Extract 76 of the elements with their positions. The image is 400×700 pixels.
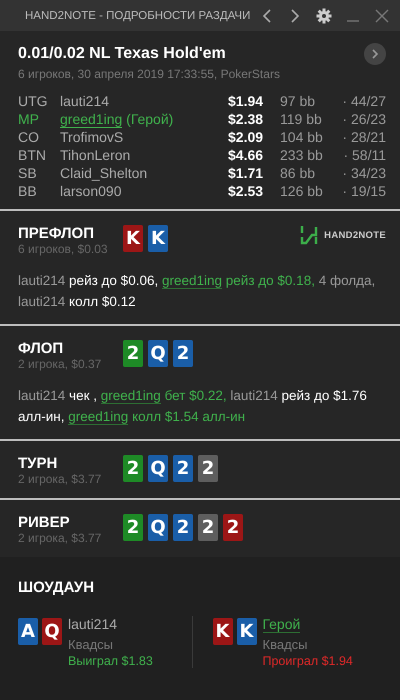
- playing-card: Q: [148, 340, 168, 367]
- player-link[interactable]: greed1ing: [60, 111, 122, 128]
- action-text: lauti214 чек , greed1ing бет $0.22, lauti214 рейз до $1.76 алл-ин, greed1ing колл $1.54 алл-ин: [18, 387, 368, 427]
- player-name: lauti214: [68, 616, 118, 632]
- player-stats: · 19/15: [341, 183, 386, 199]
- player-link[interactable]: Герой: [262, 616, 300, 633]
- stack-amount: $4.66: [228, 147, 264, 163]
- street-title: ПРЕФЛОП: [18, 225, 95, 242]
- logo-text: HAND2NOTE: [324, 230, 386, 240]
- player-link[interactable]: greed1ing: [100, 388, 161, 404]
- playing-card: Q: [42, 618, 62, 645]
- street-info: 2 игрока, $3.77: [18, 531, 102, 545]
- player-stats: · 44/27: [341, 93, 386, 109]
- playing-card: 2: [173, 514, 193, 541]
- position-label: CO: [18, 129, 40, 145]
- position-label: UTG: [18, 93, 49, 109]
- playing-card: 2: [173, 340, 193, 367]
- result-text: Выиграл $1.83: [68, 654, 153, 668]
- stack-bb: 97 bb: [280, 93, 316, 109]
- stack-bb: 119 bb: [280, 111, 323, 127]
- showdown-title: ШОУДАУН: [18, 579, 96, 596]
- next-button[interactable]: [364, 43, 386, 65]
- player-stats: · 28/21: [341, 129, 386, 145]
- playing-card: Q: [148, 514, 168, 541]
- playing-card: 2: [123, 455, 143, 482]
- position-label: BB: [18, 183, 38, 199]
- hand-subtitle: 6 игроков, 30 апреля 2019 17:33:55, PokerStars: [18, 67, 281, 81]
- playing-card: Q: [148, 455, 168, 482]
- player-name: Claid_Shelton: [60, 165, 148, 181]
- playing-card: K: [236, 618, 256, 645]
- position-label: BTN: [18, 147, 47, 163]
- playing-card: 2: [123, 514, 143, 541]
- street-info: 2 игрока, $0.37: [18, 357, 102, 371]
- playing-card: K: [212, 618, 232, 645]
- player-name: TihonLeron: [60, 147, 130, 163]
- logo-icon: [300, 225, 318, 245]
- hand-title: 0.01/0.02 NL Texas Hold'em: [18, 45, 227, 63]
- playing-card: 2: [223, 514, 243, 541]
- window-title: HAND2NOTE - ПОДРОБНОСТИ РАЗДАЧИ: [25, 10, 250, 22]
- position-label: MP: [18, 111, 40, 127]
- stack-bb: 233 bb: [280, 147, 324, 163]
- player-stats: · 58/11: [342, 147, 386, 163]
- street-title: РИВЕР: [18, 514, 71, 531]
- playing-card: 2: [123, 340, 143, 367]
- player-stats: · 34/23: [341, 165, 386, 181]
- player-link[interactable]: greed1ing: [68, 409, 128, 425]
- hand-combo: Квадсы: [262, 637, 308, 652]
- playing-card: 2: [173, 455, 193, 482]
- stack-amount: $1.94: [228, 93, 264, 109]
- playing-card: K: [123, 225, 143, 252]
- street-title: ФЛОП: [18, 340, 64, 357]
- stack-amount: $2.53: [228, 183, 264, 199]
- player-stats: · 26/23: [341, 111, 386, 127]
- stack-amount: $2.38: [228, 111, 264, 127]
- hero-label: (Герой): [126, 111, 174, 127]
- stack-amount: $2.09: [228, 129, 264, 145]
- street-info: 2 игрока, $3.77: [18, 472, 102, 486]
- player-name: larson090: [60, 183, 122, 199]
- street-info: 6 игроков, $0.03: [18, 242, 109, 256]
- action-text: lauti214 рейз до $0.06, greed1ing рейз до $0.18, 4 фолда, lauti214 колл $0.12: [18, 272, 376, 311]
- player-name: TrofimovS: [60, 129, 124, 145]
- player-link[interactable]: greed1ing: [162, 273, 222, 289]
- playing-card: 2: [198, 455, 218, 482]
- chevron-icon: [371, 49, 379, 59]
- playing-card: K: [148, 225, 168, 252]
- playing-card: A: [18, 618, 38, 645]
- stack-amount: $1.71: [228, 165, 264, 181]
- player-name: lauti214: [60, 93, 110, 109]
- playing-card: 2: [198, 514, 218, 541]
- result-text: Проиграл $1.94: [262, 654, 353, 668]
- hand-combo: Квадсы: [68, 637, 114, 652]
- stack-bb: 126 bb: [280, 183, 324, 199]
- stack-bb: 104 bb: [280, 129, 324, 145]
- stack-bb: 86 bb: [280, 165, 316, 181]
- street-title: ТУРН: [18, 455, 58, 472]
- position-label: SB: [18, 165, 38, 181]
